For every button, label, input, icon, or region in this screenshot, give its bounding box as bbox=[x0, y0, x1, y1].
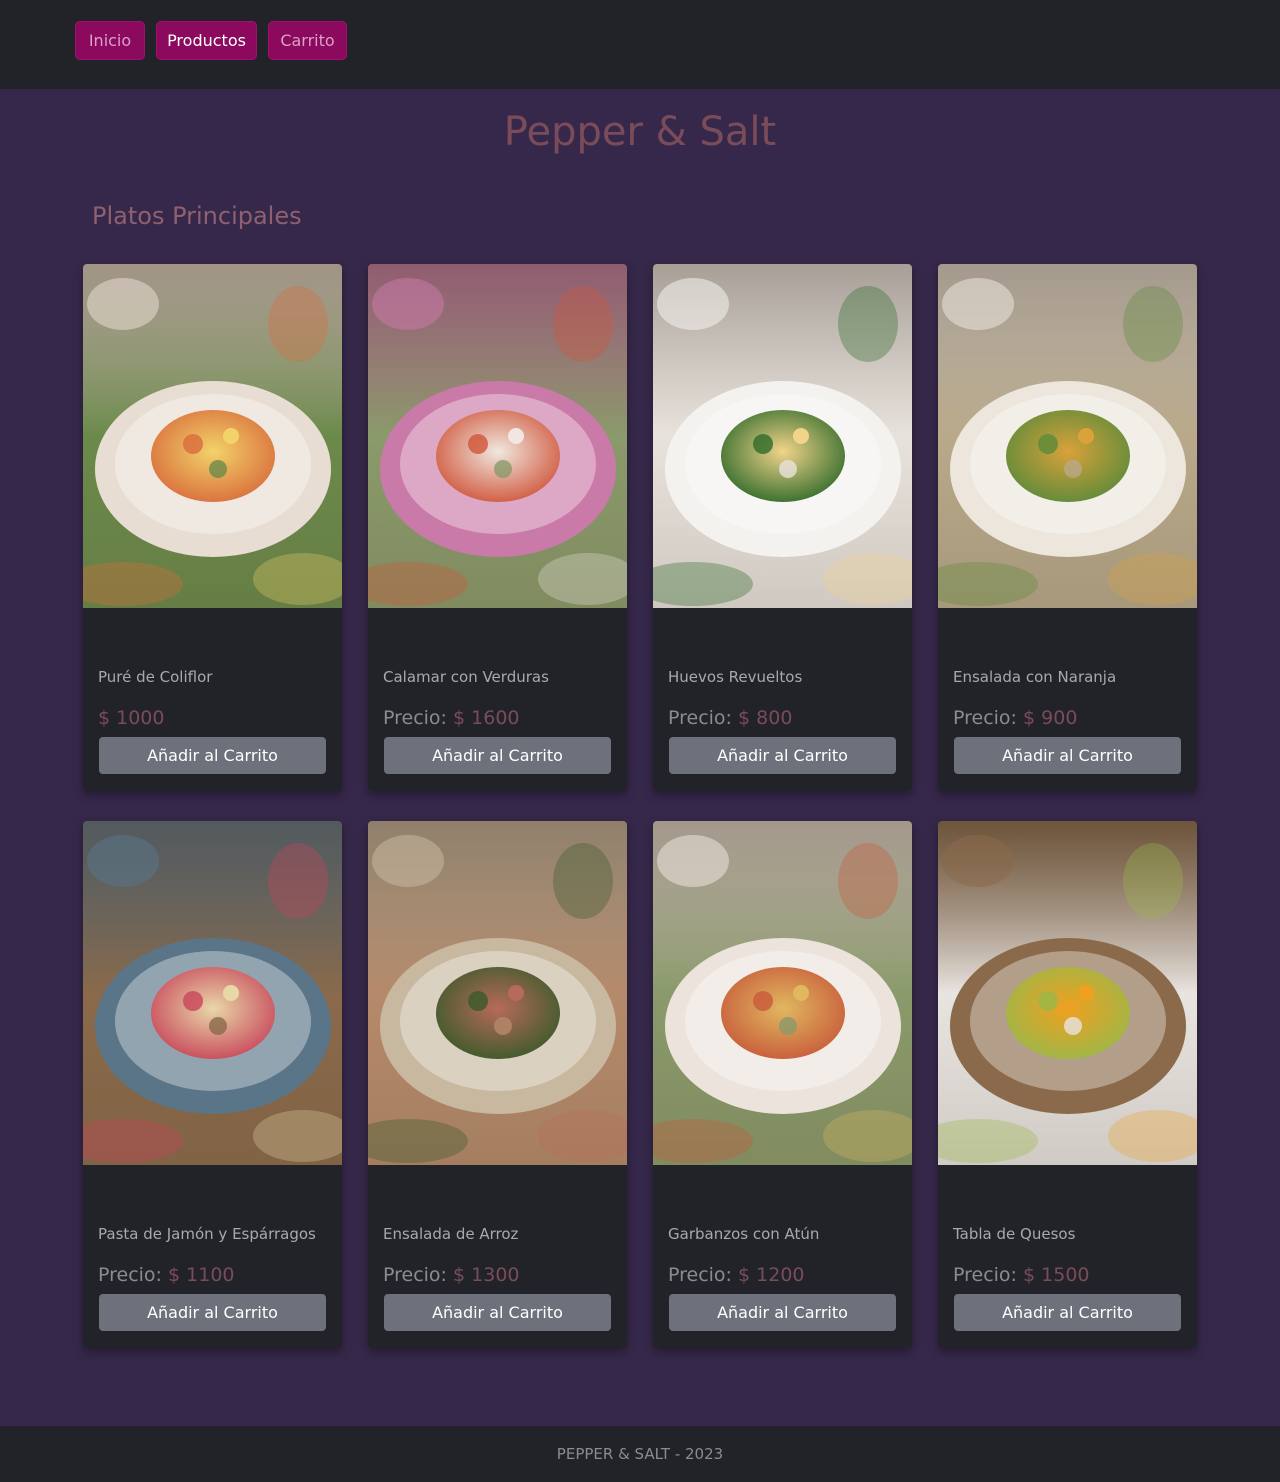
product-image bbox=[368, 264, 627, 608]
add-to-cart-button[interactable]: Añadir al Carrito bbox=[669, 1294, 896, 1331]
product-card: Huevos Revueltos Precio: $ 800 Añadir al C… bbox=[653, 264, 912, 791]
footer: PEPPER & SALT - 2023 bbox=[0, 1426, 1280, 1482]
product-card: Ensalada de Arroz Precio: $ 1300 Añadir al… bbox=[368, 821, 627, 1348]
price-value: $ 1000 bbox=[98, 707, 165, 729]
product-card: Puré de Coliflor $ 1000 Añadir al Carrito bbox=[83, 264, 342, 791]
nav-inicio-button[interactable]: Inicio bbox=[75, 21, 145, 60]
product-name: Garbanzos con Atún bbox=[668, 1225, 820, 1243]
product-price: $ 1000 bbox=[98, 705, 328, 731]
product-name: Puré de Coliflor bbox=[98, 668, 213, 686]
price-value: $ 800 bbox=[738, 707, 793, 729]
product-card: Pasta de Jamón y Espárragos Precio: $ 110… bbox=[83, 821, 342, 1348]
product-price: Precio: $ 1600 bbox=[383, 705, 613, 731]
price-value: $ 900 bbox=[1023, 707, 1078, 729]
price-value: $ 1200 bbox=[738, 1264, 805, 1286]
add-to-cart-button[interactable]: Añadir al Carrito bbox=[384, 737, 611, 774]
add-to-cart-button[interactable]: Añadir al Carrito bbox=[954, 1294, 1181, 1331]
product-name: Tabla de Quesos bbox=[953, 1225, 1076, 1243]
product-card: Garbanzos con Atún Precio: $ 1200 Añadir a… bbox=[653, 821, 912, 1348]
product-image bbox=[938, 264, 1197, 608]
product-name: Pasta de Jamón y Espárragos bbox=[98, 1225, 316, 1243]
price-label: Precio: bbox=[668, 707, 732, 729]
product-image bbox=[938, 821, 1197, 1165]
price-label: Precio: bbox=[98, 1264, 162, 1286]
add-to-cart-button[interactable]: Añadir al Carrito bbox=[384, 1294, 611, 1331]
product-image bbox=[653, 821, 912, 1165]
product-image bbox=[83, 821, 342, 1165]
add-to-cart-button[interactable]: Añadir al Carrito bbox=[669, 737, 896, 774]
price-value: $ 1500 bbox=[1023, 1264, 1090, 1286]
add-to-cart-button[interactable]: Añadir al Carrito bbox=[99, 737, 326, 774]
product-name: Calamar con Verduras bbox=[383, 668, 549, 686]
product-card: Tabla de Quesos Precio: $ 1500 Añadir al C… bbox=[938, 821, 1197, 1348]
footer-text: PEPPER & SALT - 2023 bbox=[556, 1445, 724, 1463]
nav-productos-button[interactable]: Productos bbox=[156, 21, 257, 60]
price-value: $ 1300 bbox=[453, 1264, 520, 1286]
site-title: Pepper & Salt bbox=[503, 109, 777, 155]
price-label: Precio: bbox=[953, 1264, 1017, 1286]
price-label: Precio: bbox=[383, 707, 447, 729]
price-value: $ 1600 bbox=[453, 707, 520, 729]
product-price: Precio: $ 800 bbox=[668, 705, 898, 731]
price-value: $ 1100 bbox=[168, 1264, 235, 1286]
top-navbar: Inicio Productos Carrito bbox=[0, 0, 1280, 89]
product-image bbox=[368, 821, 627, 1165]
product-name: Ensalada con Naranja bbox=[953, 668, 1117, 686]
price-label: Precio: bbox=[953, 707, 1017, 729]
nav-carrito-button[interactable]: Carrito bbox=[268, 21, 347, 60]
price-label: Precio: bbox=[383, 1264, 447, 1286]
add-to-cart-button[interactable]: Añadir al Carrito bbox=[954, 737, 1181, 774]
product-price: Precio: $ 1100 bbox=[98, 1262, 328, 1288]
add-to-cart-button[interactable]: Añadir al Carrito bbox=[99, 1294, 326, 1331]
price-label: Precio: bbox=[668, 1264, 732, 1286]
product-price: Precio: $ 1500 bbox=[953, 1262, 1183, 1288]
product-price: Precio: $ 1300 bbox=[383, 1262, 613, 1288]
product-price: Precio: $ 1200 bbox=[668, 1262, 898, 1288]
product-card: Ensalada con Naranja Precio: $ 900 Añadir … bbox=[938, 264, 1197, 791]
product-image bbox=[653, 264, 912, 608]
product-card: Calamar con Verduras Precio: $ 1600 Añadir… bbox=[368, 264, 627, 791]
product-price: Precio: $ 900 bbox=[953, 705, 1183, 731]
product-name: Ensalada de Arroz bbox=[383, 1225, 519, 1243]
product-name: Huevos Revueltos bbox=[668, 668, 803, 686]
product-image bbox=[83, 264, 342, 608]
section-title: Platos Principales bbox=[92, 202, 302, 230]
